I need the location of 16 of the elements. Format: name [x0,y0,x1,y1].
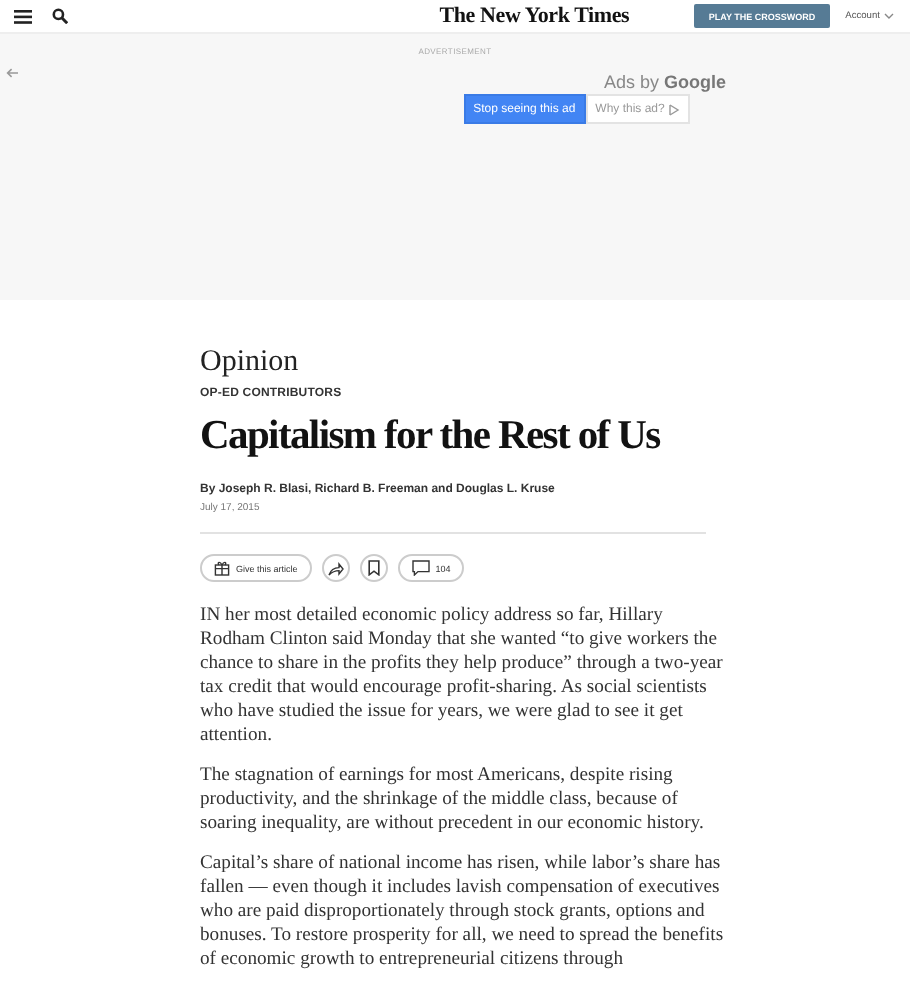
ads-by-google-label: Ads by Google [603,72,727,92]
headline: Capitalism for the Rest of Us [200,412,662,462]
section-label[interactable]: Opinion [200,344,720,380]
share-icon[interactable] [321,554,350,582]
site-logo[interactable]: The New York Times [439,4,630,28]
back-arrow-icon[interactable] [6,68,18,78]
gift-icon[interactable] [214,560,230,576]
search-icon[interactable] [52,8,68,24]
caret-icon[interactable] [883,12,894,20]
bookmark-icon[interactable] [359,554,388,582]
comment-icon[interactable] [411,560,430,576]
paragraph: Capital’s share of national income has risen, while labor’s share has fallen — even though it includes lavish compensation of executives who are paid disproportionately through stock grants, options and bonuses. To restore prosperity for all, we need to spread the benefits of economic growth to entrepreneurial citizens through [200,852,724,972]
paragraph: The stagnation of earnings for most Americans, despite rising productivity, and the shrinkage of the middle class, because of soaring inequality, are without precedent in our economic history. [200,764,706,836]
paragraph: IN her most detailed economic policy address so far, Hillary Rodham Clinton said Monday that she wanted “to give workers the chance to share in the profits they help produce” through a two-year tax credit that would encourage profit-sharing. As social scientists who have studied the issue for years, we were glad to see it get attention. [200,604,724,748]
play-icon[interactable] [668,103,681,115]
menu-icon[interactable] [14,9,32,23]
